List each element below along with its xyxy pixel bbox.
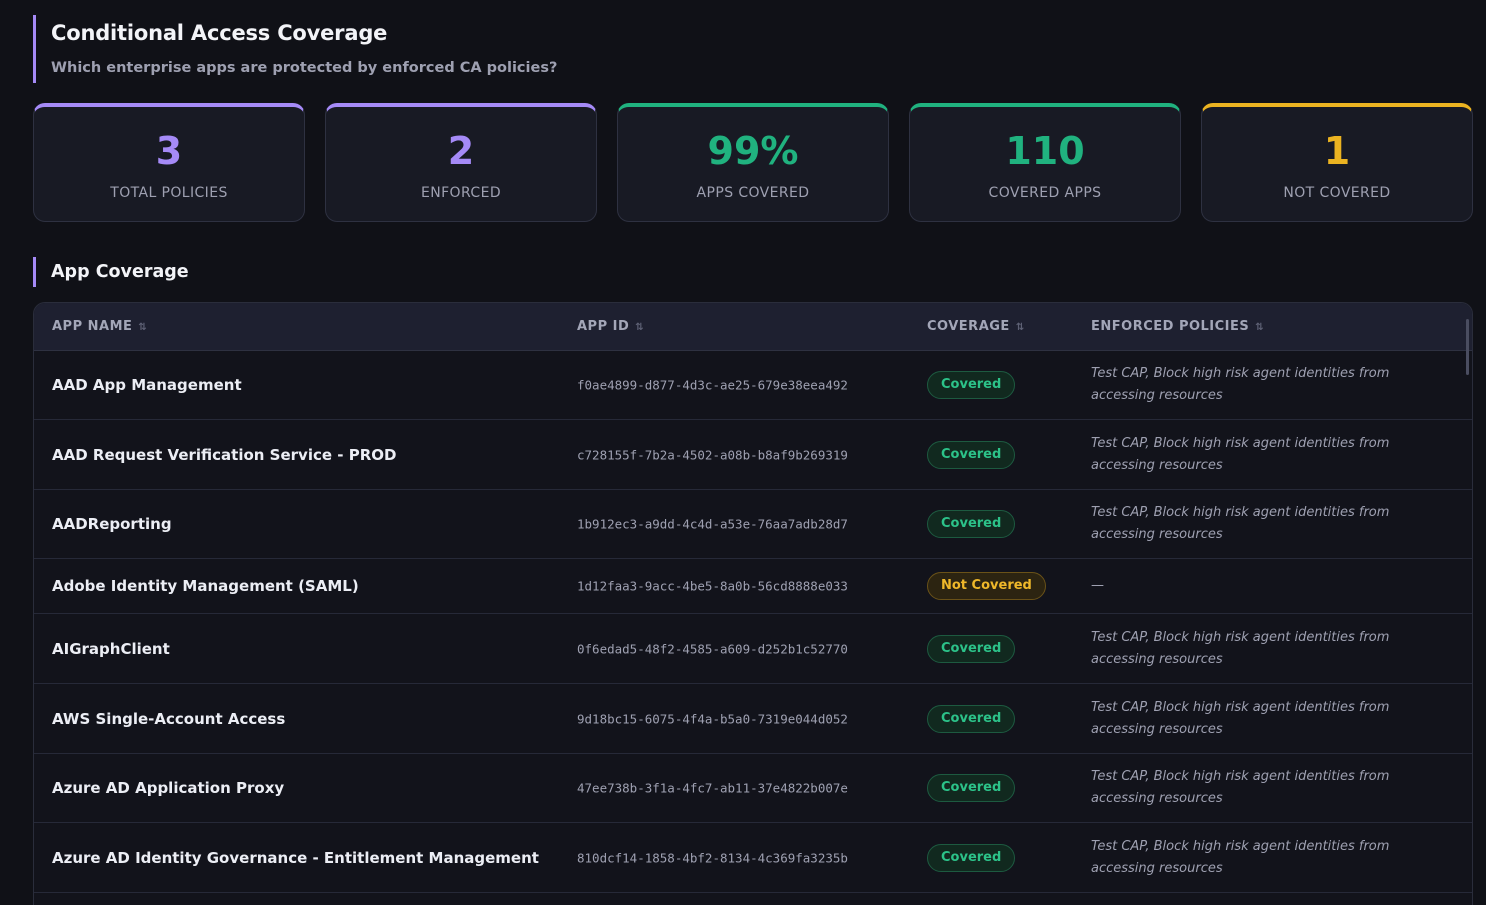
coverage-badge: Covered [927,843,1016,872]
stat-card-not-covered: 1 NOT COVERED [1201,103,1473,222]
stat-label: APPS COVERED [696,185,810,201]
column-label: APP ID [577,319,630,334]
table-body: AAD App Management f0ae4899-d877-4d3c-ae2… [34,351,1472,893]
stat-value: 110 [1005,129,1085,173]
stat-card-apps-covered: 99% APPS COVERED [617,103,889,222]
coverage-badge: Covered [927,510,1016,538]
table-row[interactable]: AWS Single-Account Access 9d18bc15-6075-4… [34,684,1472,754]
stat-card-total-policies: 3 TOTAL POLICIES [33,103,305,222]
table-row[interactable]: Azure AD Identity Governance - Entitleme… [34,823,1472,893]
app-id: 0f6edad5-48f2-4585-a609-d252b1c52770 [577,641,848,656]
page-title: Conditional Access Coverage [51,21,388,45]
enforced-policies: Test CAP, Block high risk agent identiti… [1091,769,1390,806]
table-header: APP NAME ⇅ APP ID ⇅ COVERAGE ⇅ ENFORCED POL… [34,303,1472,375]
app-name: AADReporting [52,515,172,533]
stat-label: ENFORCED [420,185,502,201]
stat-cards: 3 TOTAL POLICIES 2 ENFORCED 99% APPS COV… [33,103,1473,222]
enforced-policies: — [1091,578,1104,593]
app-name: Azure AD Identity Governance - Entitleme… [52,848,539,867]
app-id: 1b912ec3-a9dd-4c4d-a53e-76aa7adb28d7 [577,516,848,532]
stat-card-covered-apps: 110 COVERED APPS [909,103,1181,222]
coverage-badge: Covered [927,774,1016,802]
column-header-coverage[interactable]: COVERAGE ⇅ [927,303,1025,351]
app-id: 1d12faa3-9acc-4be5-8a0b-56cd8888e033 [577,578,848,594]
enforced-policies: Test CAP, Block high risk agent identiti… [1091,366,1390,403]
stat-value: 2 [447,129,475,173]
column-label: COVERAGE [927,319,1010,334]
stat-card-enforced: 2 ENFORCED [325,103,597,222]
section-title: App Coverage [33,257,189,287]
column-header-app-id[interactable]: APP ID ⇅ [577,303,644,351]
app-name: AIGraphClient [52,639,170,658]
coverage-badge: Covered [927,634,1016,663]
table-row[interactable]: AAD Request Verification Service - PROD c… [34,420,1472,490]
sort-icon: ⇅ [138,322,148,333]
table-row[interactable]: AAD App Management f0ae4899-d877-4d3c-ae2… [34,351,1472,420]
enforced-policies: Test CAP, Block high risk agent identiti… [1091,505,1390,542]
app-name: Azure AD Application Proxy [52,779,285,797]
stat-label: COVERED APPS [988,185,1102,201]
app-id: 810dcf14-1858-4bf2-8134-4c369fa3235b [577,850,848,865]
column-header-app-name[interactable]: APP NAME ⇅ [52,303,147,351]
app-name: AWS Single-Account Access [52,709,286,728]
table-row[interactable]: AADReporting 1b912ec3-a9dd-4c4d-a53e-76aa… [34,490,1472,559]
table-row[interactable]: Azure AD Application Proxy 47ee738b-3f1a-… [34,754,1472,823]
app-name: AAD App Management [52,376,242,394]
sort-icon: ⇅ [1015,322,1025,333]
enforced-policies: Test CAP, Block high risk agent identiti… [1091,699,1390,737]
table-row[interactable]: AIGraphClient 0f6edad5-48f2-4585-a609-d25… [34,614,1472,684]
coverage-badge: Covered [927,371,1016,399]
stat-label: TOTAL POLICIES [110,185,228,201]
app-id: 47ee738b-3f1a-4fc7-ab11-37e4822b007e [577,780,848,796]
page-subtitle: Which enterprise apps are protected by e… [51,60,558,76]
app-id: f0ae4899-d877-4d3c-ae25-679e38eea492 [577,377,848,393]
app-coverage-table: APP NAME ⇅ APP ID ⇅ COVERAGE ⇅ ENFORCED POL… [33,302,1473,905]
app-id: c728155f-7b2a-4502-a08b-b8af9b269319 [577,447,848,462]
coverage-badge: Covered [927,440,1016,469]
coverage-badge: Not Covered [927,572,1046,600]
enforced-policies: Test CAP, Block high risk agent identiti… [1091,435,1390,473]
sort-icon: ⇅ [635,322,645,333]
coverage-badge: Covered [927,704,1016,733]
table-row[interactable]: Adobe Identity Management (SAML) 1d12faa3… [34,559,1472,614]
app-name: Adobe Identity Management (SAML) [52,577,359,595]
column-header-enforced-policies[interactable]: ENFORCED POLICIES ⇅ [1091,303,1264,351]
stat-value: 1 [1323,129,1351,173]
app-name: AAD Request Verification Service - PROD [52,445,397,464]
stat-label: NOT COVERED [1283,185,1391,201]
app-id: 9d18bc15-6075-4f4a-b5a0-7319e044d052 [577,711,848,726]
stat-value: 3 [155,129,183,173]
enforced-policies: Test CAP, Block high risk agent identiti… [1091,629,1390,667]
enforced-policies: Test CAP, Block high risk agent identiti… [1091,838,1390,876]
stat-value: 99% [707,129,799,173]
page-header: Conditional Access Coverage Which enterp… [33,15,557,83]
sort-icon: ⇅ [1255,322,1265,333]
page: Conditional Access Coverage Which enterp… [0,0,1486,905]
column-label: ENFORCED POLICIES [1091,319,1250,334]
column-label: APP NAME [52,319,133,334]
